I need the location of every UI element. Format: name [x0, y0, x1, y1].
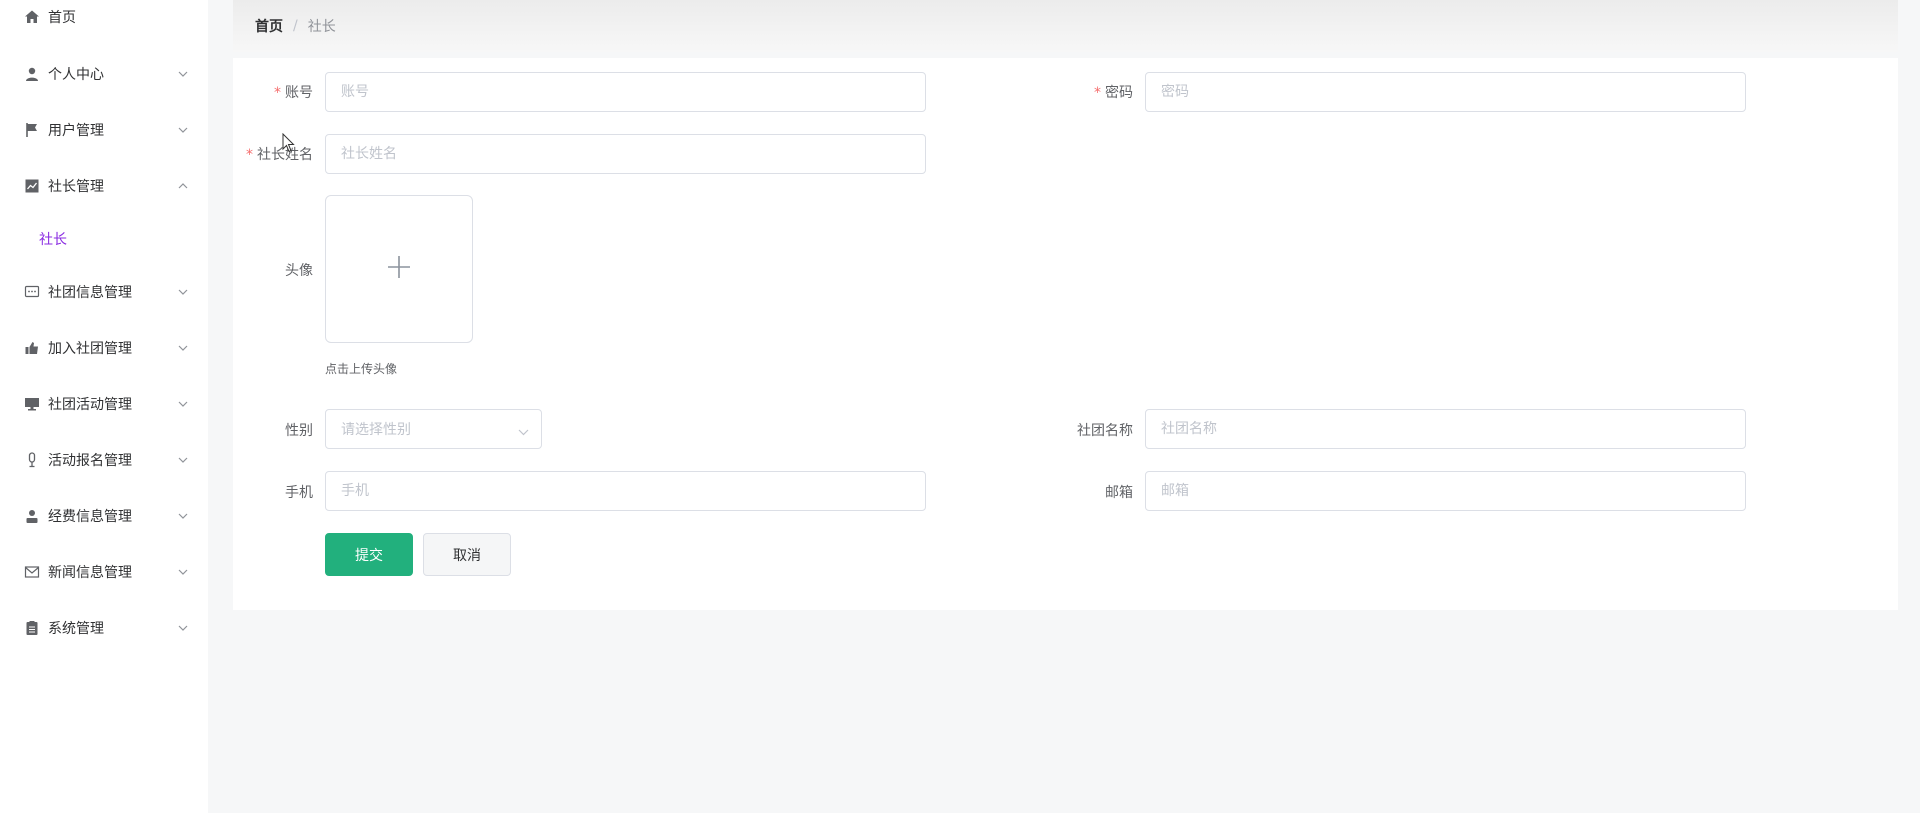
form-panel: *账号 *密码 *社长姓名 头像 点击上传头像 性别 请选择性别 社团名称 手机… [233, 58, 1898, 610]
chart-icon [24, 178, 40, 194]
chevron-down-icon [178, 125, 188, 135]
sidebar-item-join-club-management[interactable]: 加入社团管理 [0, 324, 208, 372]
chevron-down-icon [178, 623, 188, 633]
email-label: 邮箱 [1105, 485, 1133, 501]
user-icon [24, 66, 40, 82]
account-label: * 账号 [274, 85, 313, 101]
submit-button[interactable]: 提交 [325, 533, 413, 576]
sidebar-item-label: 首页 [48, 10, 76, 26]
club-name-input[interactable] [1145, 409, 1746, 449]
sidebar-item-funding-info-management[interactable]: 经费信息管理 [0, 492, 208, 540]
president-name-input[interactable] [325, 134, 926, 174]
sidebar-item-label: 社团活动管理 [48, 397, 132, 413]
sidebar-item-label: 个人中心 [48, 67, 104, 83]
chevron-down-icon [178, 511, 188, 521]
account-input[interactable] [325, 72, 926, 112]
chevron-up-icon [178, 181, 188, 191]
chevron-down-icon [178, 343, 188, 353]
cancel-button[interactable]: 取消 [423, 533, 511, 576]
chevron-down-icon [178, 69, 188, 79]
phone-input[interactable] [325, 471, 926, 511]
sidebar-item-label: 活动报名管理 [48, 453, 132, 469]
sidebar-item-label: 系统管理 [48, 621, 104, 637]
mouse-cursor-icon [282, 132, 296, 157]
sidebar-subitem-president[interactable]: 社长 [0, 219, 208, 259]
chat-icon [24, 284, 40, 300]
chevron-down-icon [178, 455, 188, 465]
phone-label: 手机 [285, 485, 313, 501]
gender-select[interactable]: 请选择性别 [325, 409, 542, 449]
chevron-down-icon [178, 399, 188, 409]
avatar-label: 头像 [285, 263, 313, 279]
sidebar-item-label: 用户管理 [48, 123, 104, 139]
gender-label: 性别 [285, 423, 313, 439]
sidebar-item-label: 经费信息管理 [48, 509, 132, 525]
chevron-down-icon [178, 567, 188, 577]
thumb-icon [24, 340, 40, 356]
sidebar-item-system-management[interactable]: 系统管理 [0, 604, 208, 652]
breadcrumb-current: 社长 [307, 19, 336, 35]
sidebar-item-personal-center[interactable]: 个人中心 [0, 50, 208, 98]
password-label: * 密码 [1094, 85, 1133, 101]
avatar-upload-tip: 点击上传头像 [325, 362, 398, 376]
password-input[interactable] [1145, 72, 1746, 112]
flag-icon [24, 122, 40, 138]
sidebar-item-label: 社长管理 [48, 179, 104, 195]
sidebar-item-activity-signup-management[interactable]: 活动报名管理 [0, 436, 208, 484]
mic-icon [24, 452, 40, 468]
club-name-label: 社团名称 [1077, 423, 1133, 439]
avatar-upload[interactable] [325, 195, 473, 343]
person-icon [24, 508, 40, 524]
chevron-down-icon [518, 424, 529, 440]
plus-icon [386, 254, 412, 284]
mail-icon [24, 564, 40, 580]
sidebar-subitem-label: 社长 [39, 232, 67, 248]
required-mark: * [1094, 85, 1101, 101]
sidebar-item-label: 新闻信息管理 [48, 565, 132, 581]
sidebar-item-club-activity-management[interactable]: 社团活动管理 [0, 380, 208, 428]
breadcrumb-bar: 首页 / 社长 [233, 0, 1898, 52]
gender-select-placeholder: 请选择性别 [341, 422, 411, 438]
breadcrumb-separator: / [293, 18, 298, 34]
breadcrumb-home[interactable]: 首页 [255, 16, 283, 36]
email-input[interactable] [1145, 471, 1746, 511]
home-icon [24, 9, 40, 25]
sidebar-item-label: 加入社团管理 [48, 341, 132, 357]
monitor-icon [24, 396, 40, 412]
president-name-label: * 社长姓名 [246, 147, 313, 163]
sidebar-item-home[interactable]: 首页 [0, 0, 208, 41]
required-mark: * [246, 147, 253, 163]
sidebar-item-user-management[interactable]: 用户管理 [0, 106, 208, 154]
sidebar-item-president-management[interactable]: 社长管理 [0, 162, 208, 210]
chevron-down-icon [178, 287, 188, 297]
sidebar-item-club-info-management[interactable]: 社团信息管理 [0, 268, 208, 316]
sidebar-item-label: 社团信息管理 [48, 285, 132, 301]
clipboard-icon [24, 620, 40, 636]
sidebar: 首页 个人中心 用户管理 社长管理 社长 社团信息管理 加入社团管理 社团活动管… [0, 0, 208, 813]
required-mark: * [274, 85, 281, 101]
sidebar-item-news-info-management[interactable]: 新闻信息管理 [0, 548, 208, 596]
